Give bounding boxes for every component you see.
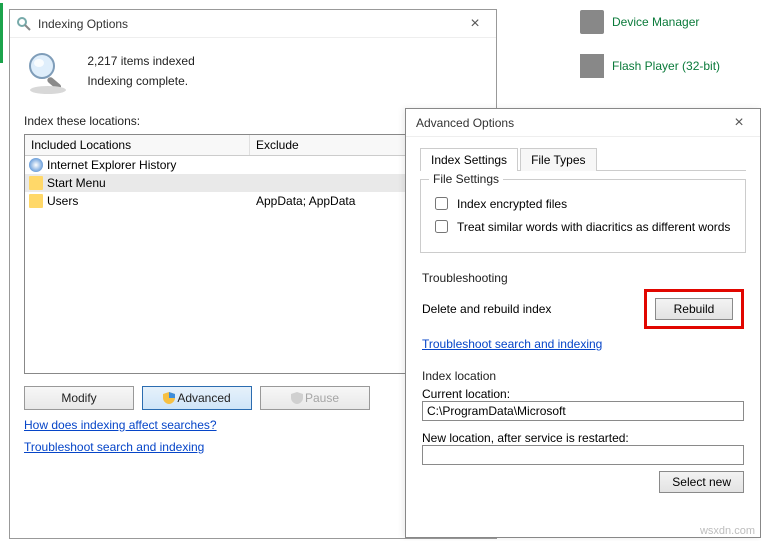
folder-icon xyxy=(29,176,43,190)
close-icon[interactable]: × xyxy=(724,115,754,131)
rebuild-button[interactable]: Rebuild xyxy=(655,298,733,320)
row-name: Internet Explorer History xyxy=(47,158,176,172)
group-troubleshooting: Troubleshooting Delete and rebuild index… xyxy=(420,271,746,351)
folder-icon xyxy=(29,194,43,208)
link-troubleshoot[interactable]: Troubleshoot search and indexing xyxy=(422,337,602,351)
window-title: Advanced Options xyxy=(412,116,724,130)
watermark: wsxdn.com xyxy=(700,525,755,537)
tab-file-types[interactable]: File Types xyxy=(520,148,596,171)
group-label: Index location xyxy=(422,369,744,383)
advanced-button[interactable]: Advanced xyxy=(142,386,252,410)
link-troubleshoot[interactable]: Troubleshoot search and indexing xyxy=(24,440,204,454)
row-name: Start Menu xyxy=(47,176,106,190)
col-included[interactable]: Included Locations xyxy=(25,135,250,155)
tabs: Index Settings File Types xyxy=(420,147,746,171)
device-manager-icon xyxy=(580,10,604,34)
current-location-field[interactable] xyxy=(422,401,744,421)
window-title: Indexing Options xyxy=(38,17,460,31)
delete-rebuild-label: Delete and rebuild index xyxy=(422,302,551,316)
new-location-label: New location, after service is restarted… xyxy=(422,431,744,445)
titlebar[interactable]: Indexing Options × xyxy=(10,10,496,38)
rebuild-highlight: Rebuild xyxy=(644,289,744,329)
row-name: Users xyxy=(47,194,78,208)
group-file-settings: File Settings Index encrypted files Trea… xyxy=(420,179,746,253)
bg-label: Flash Player (32-bit) xyxy=(612,59,720,73)
pause-button: Pause xyxy=(260,386,370,410)
current-location-label: Current location: xyxy=(422,387,744,401)
tab-index-settings[interactable]: Index Settings xyxy=(420,148,518,171)
titlebar[interactable]: Advanced Options × xyxy=(406,109,760,137)
bg-flash-player[interactable]: Flash Player (32-bit) xyxy=(580,54,720,78)
search-options-icon xyxy=(16,16,32,32)
items-indexed: 2,217 items indexed xyxy=(87,54,194,68)
link-affect-searches[interactable]: How does indexing affect searches? xyxy=(24,418,217,432)
bg-device-manager[interactable]: Device Manager xyxy=(580,10,699,34)
chk-diacritics[interactable]: Treat similar words with diacritics as d… xyxy=(431,217,735,236)
ie-icon xyxy=(29,158,43,172)
flash-icon xyxy=(580,54,604,78)
group-index-location: Index location Current location: New loc… xyxy=(420,369,746,493)
indexing-status: Indexing complete. xyxy=(87,74,194,88)
checkbox[interactable] xyxy=(435,197,448,210)
advanced-options-window: Advanced Options × Index Settings File T… xyxy=(405,108,761,538)
new-location-field[interactable] xyxy=(422,445,744,465)
group-label: File Settings xyxy=(429,172,503,186)
checkbox[interactable] xyxy=(435,220,448,233)
shield-icon xyxy=(291,392,303,404)
select-new-button[interactable]: Select new xyxy=(659,471,744,493)
shield-icon xyxy=(163,392,175,404)
close-icon[interactable]: × xyxy=(460,16,490,32)
modify-button[interactable]: Modify xyxy=(24,386,134,410)
bg-label: Device Manager xyxy=(612,15,699,29)
chk-encrypted[interactable]: Index encrypted files xyxy=(431,194,735,213)
group-label: Troubleshooting xyxy=(422,271,744,285)
magnifier-icon xyxy=(24,48,72,96)
